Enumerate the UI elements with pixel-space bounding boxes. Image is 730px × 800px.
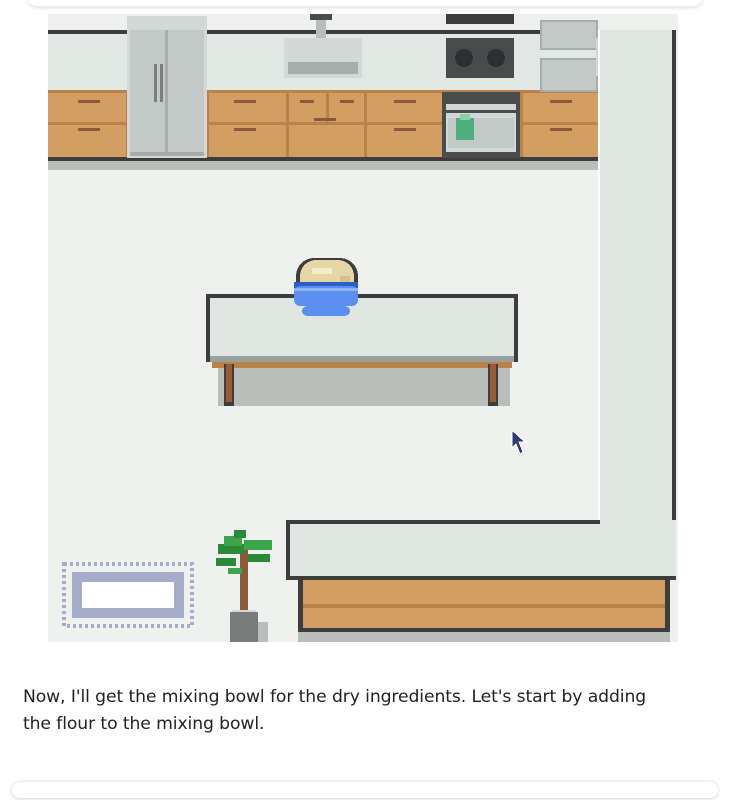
refrigerator[interactable] bbox=[127, 16, 207, 158]
caption-line-2: the flour to the mixing bowl. bbox=[23, 714, 265, 734]
doormat bbox=[62, 562, 194, 628]
center-table[interactable] bbox=[206, 294, 518, 406]
narration-caption: Now, I'll get the mixing bowl for the dr… bbox=[23, 684, 713, 738]
cooktop[interactable] bbox=[446, 14, 514, 78]
kitchen-scene[interactable] bbox=[48, 14, 678, 642]
mixing-bowl[interactable] bbox=[294, 282, 358, 316]
oven[interactable] bbox=[442, 92, 520, 158]
caption-line-1: Now, I'll get the mixing bowl for the dr… bbox=[23, 687, 647, 707]
next-card-edge bbox=[12, 782, 718, 798]
bottom-counter[interactable] bbox=[286, 520, 676, 642]
right-counter[interactable] bbox=[598, 30, 676, 580]
previous-card-edge bbox=[28, 0, 702, 6]
